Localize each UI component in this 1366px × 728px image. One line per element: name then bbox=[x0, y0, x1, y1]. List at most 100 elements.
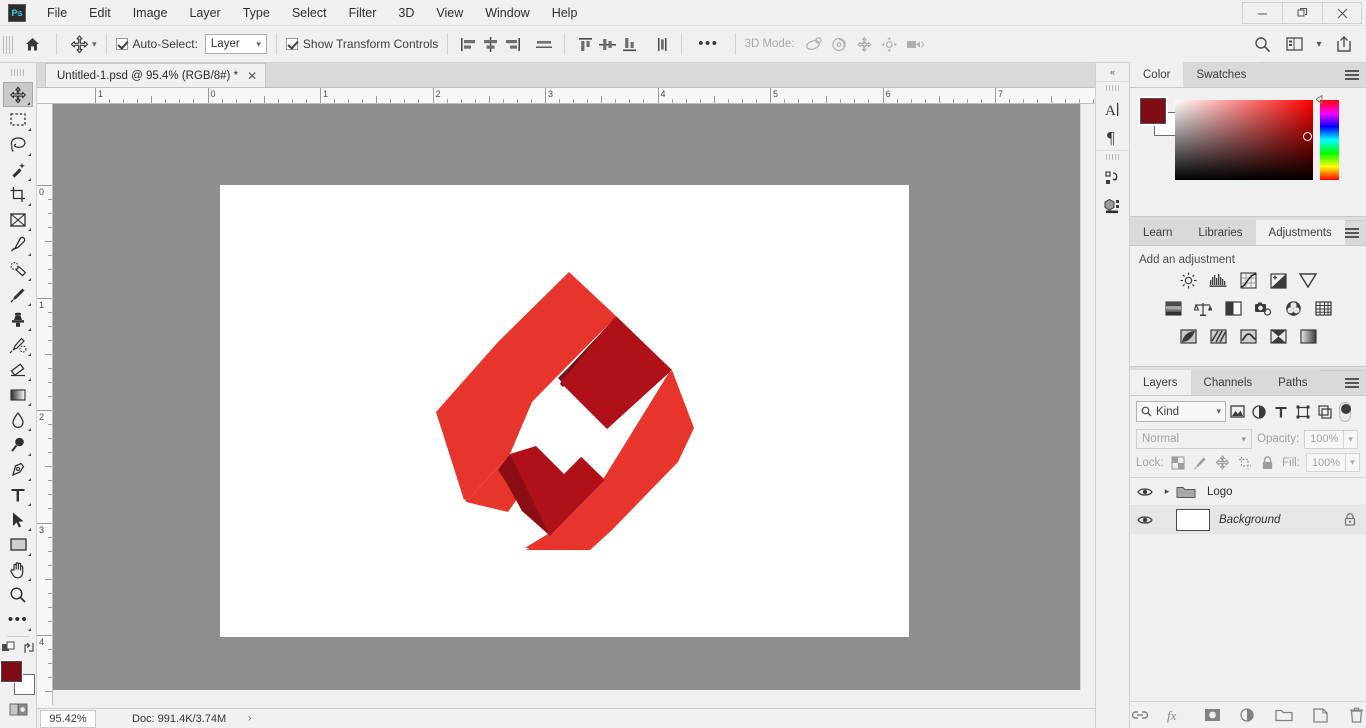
clone-stamp-tool[interactable] bbox=[3, 307, 33, 332]
menu-select[interactable]: Select bbox=[281, 0, 338, 26]
pen-tool[interactable] bbox=[3, 457, 33, 482]
filter-smart-object-icon[interactable] bbox=[1314, 401, 1336, 422]
align-middle-rule-icon[interactable] bbox=[533, 32, 555, 56]
layer-name[interactable]: Background bbox=[1219, 514, 1280, 526]
color-picker-cursor[interactable] bbox=[1303, 132, 1312, 141]
gradient-tool[interactable] bbox=[3, 382, 33, 407]
new-layer-icon[interactable] bbox=[1311, 706, 1329, 724]
frame-tool[interactable] bbox=[3, 207, 33, 232]
canvas-horizontal-scrollbar[interactable] bbox=[53, 690, 1095, 705]
lock-artboard-nesting-icon[interactable] bbox=[1237, 454, 1254, 472]
share-icon[interactable] bbox=[1330, 31, 1358, 57]
options-bar-grip[interactable] bbox=[3, 32, 13, 56]
brush-tool[interactable] bbox=[3, 282, 33, 307]
pan-3d-icon[interactable] bbox=[852, 32, 877, 56]
posterize-icon[interactable] bbox=[1209, 327, 1228, 346]
workspace-icon[interactable] bbox=[1280, 31, 1308, 57]
new-adjustment-layer-icon[interactable] bbox=[1239, 706, 1257, 724]
zoom-tool[interactable] bbox=[3, 582, 33, 607]
quick-mask-icon[interactable] bbox=[8, 701, 28, 717]
artboard[interactable] bbox=[220, 185, 909, 637]
path-selection-tool[interactable] bbox=[3, 507, 33, 532]
black-white-icon[interactable] bbox=[1224, 299, 1243, 318]
hue-slider-strip[interactable] bbox=[1320, 100, 1339, 180]
rectangle-tool[interactable] bbox=[3, 532, 33, 557]
status-bar-chevron-icon[interactable]: › bbox=[248, 713, 251, 724]
blur-tool[interactable] bbox=[3, 407, 33, 432]
canvas-vertical-scrollbar[interactable] bbox=[1080, 104, 1095, 705]
filter-shape-icon[interactable] bbox=[1292, 401, 1314, 422]
filter-enable-toggle[interactable] bbox=[1339, 401, 1351, 422]
group-disclosure-triangle-icon[interactable]: ▸ bbox=[1160, 486, 1174, 497]
panel-collapse-arrows[interactable]: » bbox=[0, 0, 37, 25]
tab-paths[interactable]: Paths bbox=[1265, 370, 1321, 395]
layer-thumbnail[interactable] bbox=[1176, 508, 1210, 531]
close-button[interactable] bbox=[1322, 2, 1362, 24]
lock-all-icon[interactable] bbox=[1260, 454, 1277, 472]
default-colors-icon[interactable] bbox=[1, 641, 16, 655]
canvas-area[interactable] bbox=[53, 104, 1080, 705]
vibrance-icon[interactable] bbox=[1299, 271, 1318, 290]
opacity-chevron-icon[interactable]: ▾ bbox=[1344, 429, 1359, 449]
character-panel-icon[interactable]: A bbox=[1099, 96, 1126, 123]
tab-channels[interactable]: Channels bbox=[1190, 370, 1266, 395]
color-balance-icon[interactable] bbox=[1194, 299, 1213, 318]
align-right-edges-icon[interactable] bbox=[501, 32, 523, 56]
show-transform-controls-checkbox[interactable] bbox=[285, 38, 298, 50]
filter-type-icon[interactable] bbox=[1270, 401, 1292, 422]
lock-transparent-pixels-icon[interactable] bbox=[1170, 454, 1187, 472]
foreground-color-swatch[interactable] bbox=[0, 660, 23, 683]
new-group-icon[interactable] bbox=[1275, 706, 1293, 724]
menu-view[interactable]: View bbox=[425, 0, 474, 26]
invert-icon[interactable] bbox=[1179, 327, 1198, 346]
align-top-edges-icon[interactable] bbox=[574, 32, 596, 56]
menu-edit[interactable]: Edit bbox=[78, 0, 122, 26]
layer-style-fx-icon[interactable]: fx bbox=[1167, 706, 1185, 724]
slide-3d-icon[interactable] bbox=[877, 32, 902, 56]
menu-help[interactable]: Help bbox=[541, 0, 589, 26]
align-horizontal-centers-icon[interactable] bbox=[479, 32, 501, 56]
photo-filter-icon[interactable] bbox=[1254, 299, 1273, 318]
restore-button[interactable] bbox=[1282, 2, 1322, 24]
rectangular-marquee-tool[interactable] bbox=[3, 107, 33, 132]
foreground-color-swatch[interactable] bbox=[1138, 96, 1168, 126]
tab-color[interactable]: Color bbox=[1130, 62, 1184, 87]
menu-window[interactable]: Window bbox=[474, 0, 540, 26]
edit-toolbar-tool[interactable]: ••• bbox=[3, 607, 33, 632]
horizontal-ruler[interactable]: 1 0 1 2 3 4 5 6 7 bbox=[37, 88, 1095, 104]
tab-layers[interactable]: Layers bbox=[1130, 370, 1191, 395]
table-row[interactable]: Background bbox=[1130, 506, 1366, 534]
selective-color-icon[interactable] bbox=[1299, 327, 1318, 346]
paragraph-panel-icon[interactable]: ¶ bbox=[1099, 123, 1126, 150]
document-tab[interactable]: Untitled-1.psd @ 95.4% (RGB/8#) * ✕ bbox=[45, 63, 267, 87]
layer-locked-icon[interactable] bbox=[1344, 513, 1356, 526]
current-tool-preview[interactable]: ▾ bbox=[66, 34, 97, 54]
hand-tool[interactable] bbox=[3, 557, 33, 582]
show-transform-controls-group[interactable]: Show Transform Controls bbox=[285, 37, 438, 51]
swap-colors-icon[interactable] bbox=[22, 641, 36, 655]
hue-saturation-icon[interactable] bbox=[1164, 299, 1183, 318]
horizontal-type-tool[interactable] bbox=[3, 482, 33, 507]
gradient-map-icon[interactable] bbox=[1269, 327, 1288, 346]
align-left-edges-icon[interactable] bbox=[457, 32, 479, 56]
hue-slider-marker[interactable] bbox=[1316, 95, 1324, 104]
zoom-level-field[interactable]: 95.42% bbox=[40, 709, 96, 728]
roll-3d-icon[interactable] bbox=[827, 32, 852, 56]
eraser-tool[interactable] bbox=[3, 357, 33, 382]
menu-image[interactable]: Image bbox=[122, 0, 179, 26]
toolbar-grip[interactable] bbox=[11, 67, 25, 79]
threshold-icon[interactable] bbox=[1239, 327, 1258, 346]
menu-file[interactable]: File bbox=[36, 0, 78, 26]
search-icon[interactable] bbox=[1248, 31, 1276, 57]
panel-menu-icon[interactable] bbox=[1345, 70, 1359, 81]
exposure-icon[interactable] bbox=[1269, 271, 1288, 290]
rail-collapse-button[interactable]: « bbox=[1096, 63, 1129, 81]
magic-wand-tool[interactable] bbox=[3, 157, 33, 182]
filter-adjustment-icon[interactable] bbox=[1248, 401, 1270, 422]
panel-menu-icon[interactable] bbox=[1345, 378, 1359, 389]
auto-select-scope-dropdown[interactable]: Layer ▾ bbox=[204, 34, 267, 54]
3d-panel-icon[interactable] bbox=[1099, 192, 1126, 219]
layer-name[interactable]: Logo bbox=[1207, 486, 1233, 498]
rail-grip[interactable] bbox=[1105, 154, 1120, 162]
menu-3d[interactable]: 3D bbox=[387, 0, 425, 26]
